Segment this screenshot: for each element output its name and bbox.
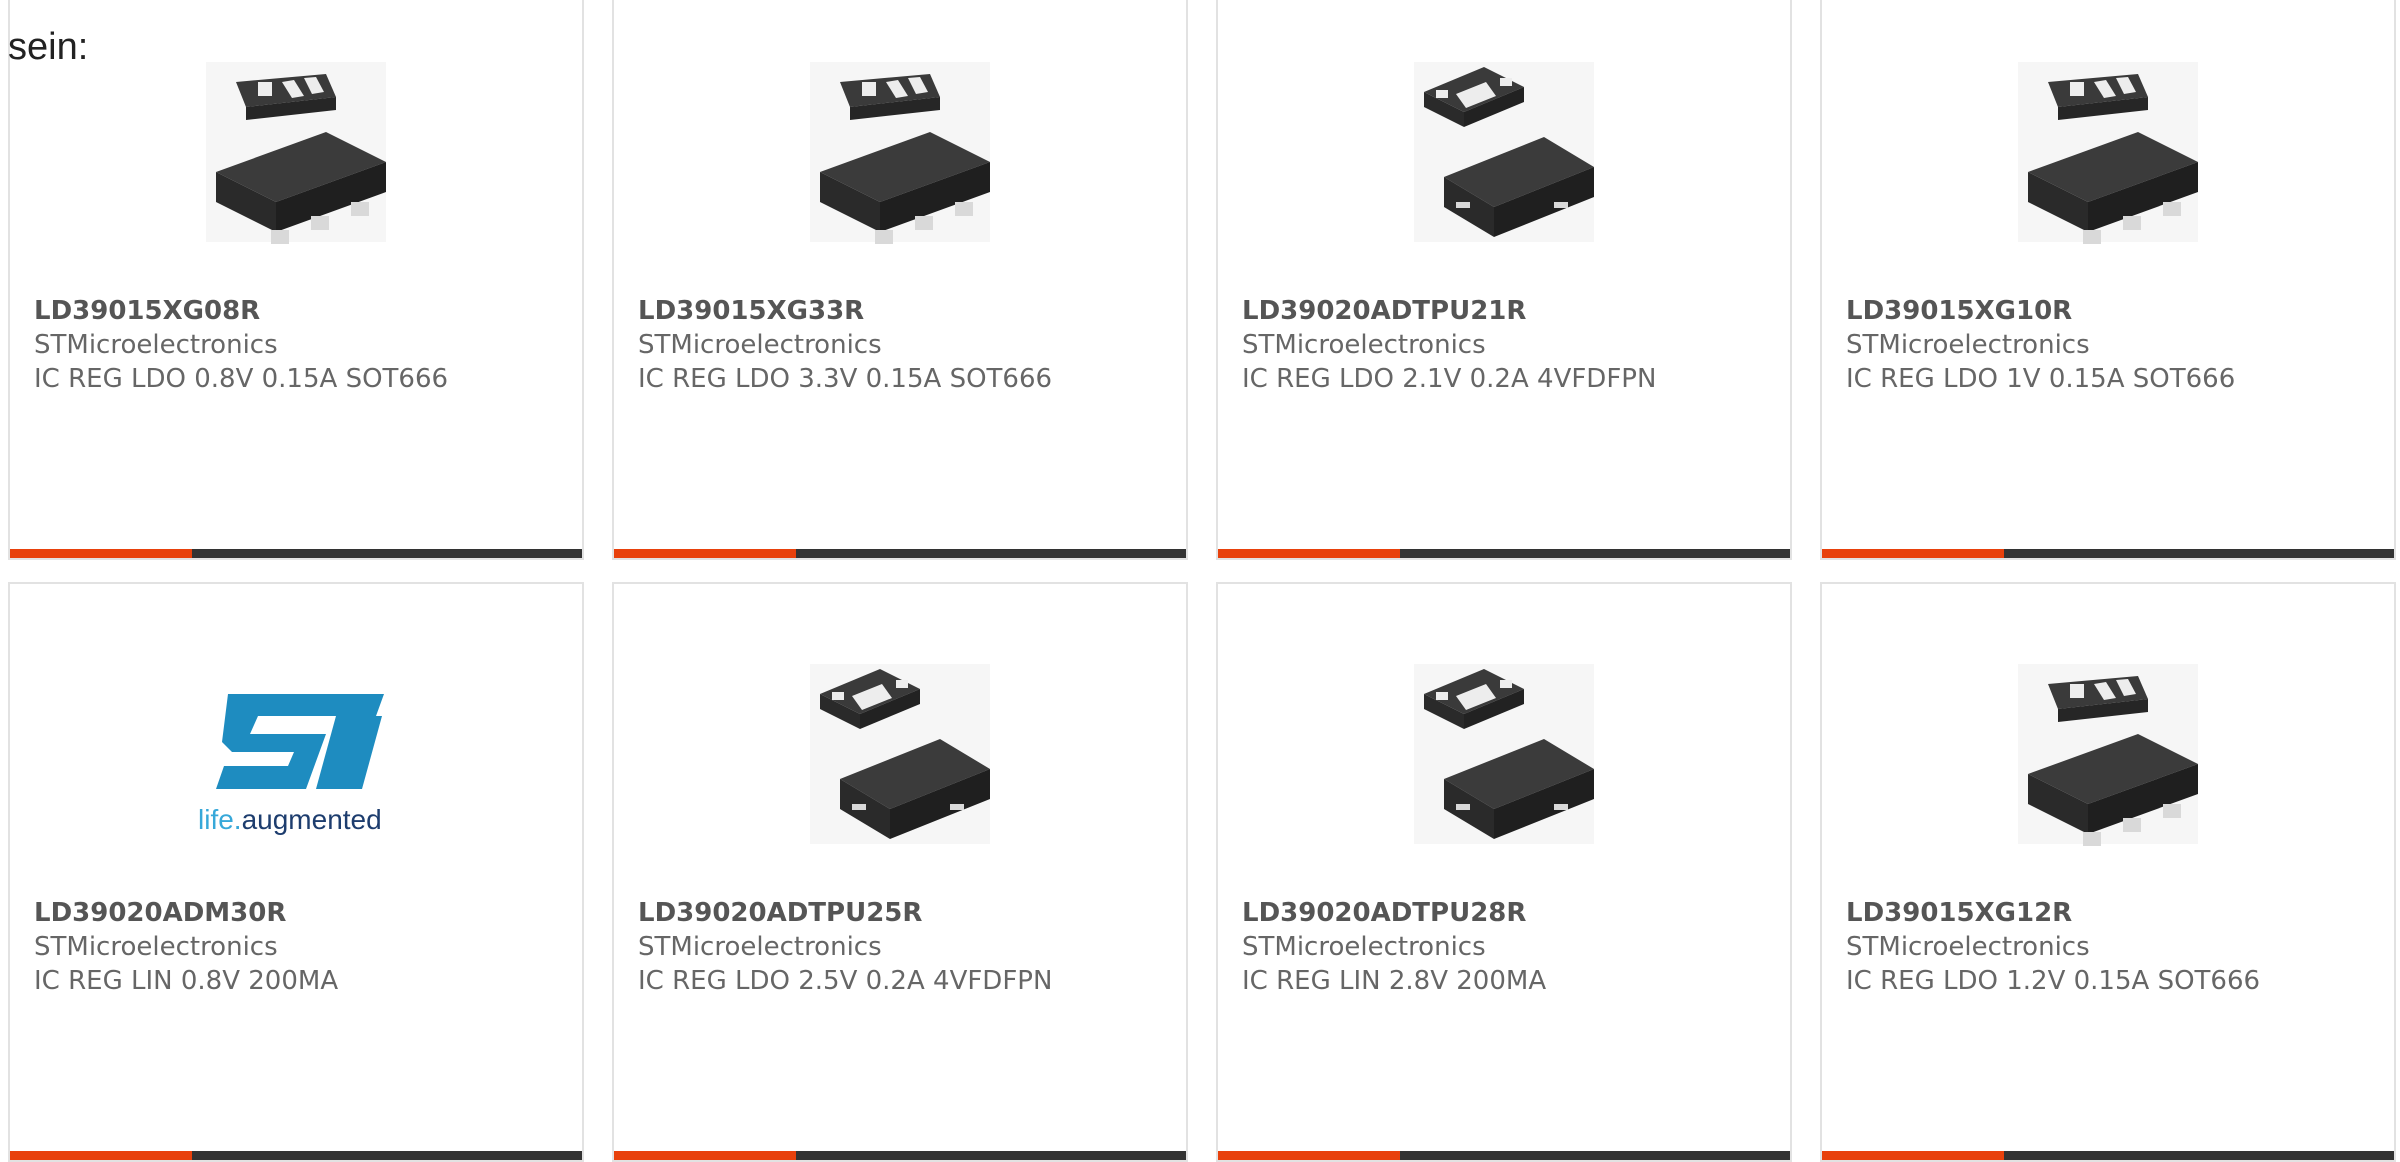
- part-number[interactable]: LD39015XG08R: [34, 294, 572, 328]
- card-accent-bar: [10, 1151, 582, 1160]
- manufacturer: STMicroelectronics: [1242, 932, 1486, 962]
- part-number[interactable]: LD39015XG33R: [638, 294, 1176, 328]
- card-accent-bar: [1218, 549, 1790, 558]
- card-accent-bar: [1822, 1151, 2394, 1160]
- product-description: IC REG LIN 0.8V 200MA: [34, 966, 339, 996]
- lead-text: sein:: [8, 26, 89, 68]
- st-logo-tagline: life.augmented: [198, 804, 382, 835]
- dfn-chip-icon[interactable]: [614, 654, 1186, 854]
- part-number[interactable]: LD39020ADM30R: [34, 896, 572, 930]
- part-number[interactable]: LD39020ADTPU28R: [1242, 896, 1780, 930]
- product-card[interactable]: LD39020ADTPU28R STMicroelectronics IC RE…: [1216, 582, 1792, 1162]
- manufacturer: STMicroelectronics: [638, 330, 882, 360]
- manufacturer: STMicroelectronics: [34, 932, 278, 962]
- manufacturer: STMicroelectronics: [1846, 330, 2090, 360]
- product-description: IC REG LDO 0.8V 0.15A SOT666: [34, 364, 449, 394]
- product-card[interactable]: LD39015XG33R STMicroelectronics IC REG L…: [612, 0, 1188, 560]
- product-card[interactable]: LD39020ADTPU25R STMicroelectronics IC RE…: [612, 582, 1188, 1162]
- card-accent-bar: [1822, 549, 2394, 558]
- dfn-chip-icon[interactable]: [1218, 52, 1790, 252]
- product-description: IC REG LDO 2.5V 0.2A 4VFDFPN: [638, 966, 1053, 996]
- product-card[interactable]: life.augmented LD39020ADM30R STMicroelec…: [8, 582, 584, 1162]
- product-description: IC REG LDO 2.1V 0.2A 4VFDFPN: [1242, 364, 1657, 394]
- sot666-chip-icon[interactable]: [1822, 52, 2394, 252]
- product-description: IC REG LIN 2.8V 200MA: [1242, 966, 1547, 996]
- product-card[interactable]: LD39015XG10R STMicroelectronics IC REG L…: [1820, 0, 2396, 560]
- product-description: IC REG LDO 3.3V 0.15A SOT666: [638, 364, 1053, 394]
- product-card[interactable]: LD39015XG08R STMicroelectronics IC REG L…: [8, 0, 584, 560]
- product-description: IC REG LDO 1V 0.15A SOT666: [1846, 364, 2236, 394]
- part-number[interactable]: LD39015XG10R: [1846, 294, 2384, 328]
- manufacturer: STMicroelectronics: [1846, 932, 2090, 962]
- manufacturer: STMicroelectronics: [34, 330, 278, 360]
- sot666-chip-icon[interactable]: [10, 52, 582, 252]
- product-card[interactable]: LD39015XG12R STMicroelectronics IC REG L…: [1820, 582, 2396, 1162]
- dfn-chip-icon[interactable]: [1218, 654, 1790, 854]
- sot666-chip-icon[interactable]: [614, 52, 1186, 252]
- sot666-chip-icon[interactable]: [1822, 654, 2394, 854]
- part-number[interactable]: LD39020ADTPU25R: [638, 896, 1176, 930]
- card-accent-bar: [614, 1151, 1186, 1160]
- st-logo[interactable]: life.augmented: [10, 654, 582, 854]
- card-accent-bar: [1218, 1151, 1790, 1160]
- card-accent-bar: [614, 549, 1186, 558]
- product-card[interactable]: LD39020ADTPU21R STMicroelectronics IC RE…: [1216, 0, 1792, 560]
- card-accent-bar: [10, 549, 582, 558]
- part-number[interactable]: LD39015XG12R: [1846, 896, 2384, 930]
- product-description: IC REG LDO 1.2V 0.15A SOT666: [1846, 966, 2261, 996]
- manufacturer: STMicroelectronics: [1242, 330, 1486, 360]
- part-number[interactable]: LD39020ADTPU21R: [1242, 294, 1780, 328]
- manufacturer: STMicroelectronics: [638, 932, 882, 962]
